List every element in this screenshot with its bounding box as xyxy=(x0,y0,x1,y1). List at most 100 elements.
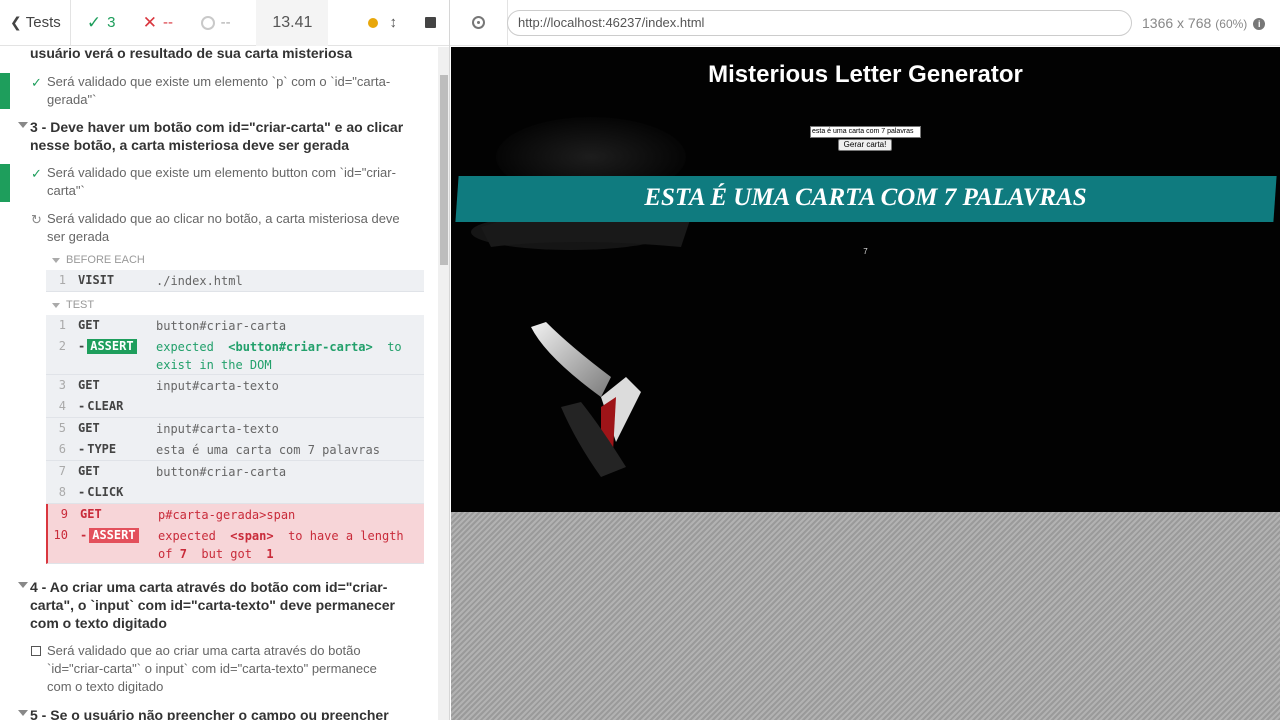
command-message: p#carta-gerada>span xyxy=(158,508,296,522)
command-message: esta é uma carta com 7 palavras xyxy=(156,443,380,457)
tests-back-button[interactable]: ❮ Tests xyxy=(0,0,70,46)
runnable-list: usuário verá o resultado de sua carta mi… xyxy=(0,47,438,720)
aut-empty-area xyxy=(451,512,1280,720)
test-item[interactable]: ✓ Será validado que existe um elemento `… xyxy=(0,73,438,109)
suite-title[interactable]: 3 - Deve haver um botão com id="criar-ca… xyxy=(18,118,418,154)
command-number: 1 xyxy=(58,273,66,287)
command-number: 1 xyxy=(58,318,66,332)
pending-count: -- xyxy=(220,14,231,31)
command-name: GET xyxy=(78,378,100,392)
command-row-assert[interactable]: 2 - ASSERT expected <button#criar-carta> … xyxy=(46,336,424,374)
suite-title-text: usuário verá o resultado de sua carta mi… xyxy=(30,47,353,61)
hook-label: TEST xyxy=(66,299,95,311)
hook-label: BEFORE EACH xyxy=(66,254,145,266)
test-item-pending[interactable]: Será validado que ao criar uma carta atr… xyxy=(0,642,438,698)
crosshair-icon xyxy=(472,16,485,29)
command-name: GET xyxy=(78,318,100,332)
command-number: 6 xyxy=(58,442,66,456)
command-row[interactable]: 8 - CLICK xyxy=(46,482,424,503)
command-group: 1 GET button#criar-carta 2 - ASSERT expec… xyxy=(46,315,424,375)
command-row[interactable]: 6 - TYPE esta é uma carta com 7 palavras xyxy=(46,439,424,460)
test-title: Será validado que existe um elemento `p`… xyxy=(47,74,391,107)
command-number: 2 xyxy=(58,339,66,353)
scrollbar-thumb[interactable] xyxy=(440,75,448,265)
command-row[interactable]: 4 - CLEAR xyxy=(46,396,424,417)
auto-scroll-arrows-icon[interactable]: ↕ xyxy=(390,14,398,31)
command-number: 4 xyxy=(58,399,66,413)
app-iframe: Misterious Letter Generator esta é uma c… xyxy=(451,47,1280,512)
chevron-left-icon: ❮ xyxy=(10,14,22,30)
selector-playground-button[interactable] xyxy=(450,0,508,46)
generated-letter: ESTA É UMA CARTA COM 7 PALAVRAS xyxy=(451,176,1280,222)
x-icon: ✕ xyxy=(142,12,157,32)
caret-down-icon xyxy=(18,122,28,128)
caret-down-icon xyxy=(18,710,28,716)
hook-test[interactable]: TEST xyxy=(52,299,94,311)
command-row[interactable]: 1 GET button#criar-carta xyxy=(46,315,424,336)
test-title: Será validado que ao criar uma carta atr… xyxy=(47,643,377,694)
app-title: Misterious Letter Generator xyxy=(708,61,1023,88)
check-icon: ✓ xyxy=(86,12,102,32)
suite-title[interactable]: 5 - Se o usuário não preencher o campo o… xyxy=(18,706,418,720)
command-number: 10 xyxy=(53,528,68,542)
running-indicator-icon xyxy=(367,17,378,28)
command-group: 3 GET input#carta-texto 4 - CLEAR xyxy=(46,375,424,418)
reporter-stats-bar: ❮ Tests ✓ 3 ✕ -- -- 13.41 ↕ xyxy=(0,0,449,46)
letter-text: ESTA É UMA CARTA COM 7 PALAVRAS xyxy=(644,184,1087,211)
background-silhouette-image xyxy=(471,117,691,477)
duration-display: 13.41 xyxy=(256,0,329,46)
test-title: Será validado que ao clicar no botão, a … xyxy=(47,211,400,244)
command-name: - ASSERT xyxy=(80,525,139,546)
command-group: 5 GET input#carta-texto 6 - TYPE esta é u… xyxy=(46,418,424,461)
info-icon: i xyxy=(1253,18,1266,31)
command-message: button#criar-carta xyxy=(156,319,287,333)
viewport-info[interactable]: 1366 x 768 (60%) i xyxy=(1142,0,1266,46)
reporter-scrollbar[interactable] xyxy=(438,47,449,720)
url-bar[interactable]: http://localhost:46237/index.html xyxy=(507,10,1132,36)
test-reporter-panel: ❮ Tests ✓ 3 ✕ -- -- 13.41 ↕ usuário verá… xyxy=(0,0,450,720)
command-message: expected <span> to have a length of 7 bu… xyxy=(158,529,404,561)
command-number: 7 xyxy=(58,464,66,478)
viewport-scale: (60%) xyxy=(1215,17,1248,31)
passed-count: 3 xyxy=(107,14,116,31)
command-name: - CLEAR xyxy=(78,399,124,413)
failed-count: -- xyxy=(162,14,173,31)
test-item[interactable]: ✓ Será validado que existe um elemento b… xyxy=(0,164,438,202)
assert-badge: ASSERT xyxy=(87,339,137,354)
test-item-running[interactable]: ↻ Será validado que ao clicar no botão, … xyxy=(0,210,438,248)
command-group: 7 GET button#criar-carta 8 - CLICK xyxy=(46,461,424,504)
passed-count-stat: ✓ 3 xyxy=(71,0,133,46)
refresh-icon: ↻ xyxy=(31,212,42,227)
command-message: input#carta-texto xyxy=(156,422,279,436)
command-row[interactable]: 7 GET button#criar-carta xyxy=(46,461,424,482)
check-icon: ✓ xyxy=(31,166,42,181)
caret-down-icon xyxy=(18,582,28,588)
suite-title-text: 3 - Deve haver um botão com id="criar-ca… xyxy=(30,119,404,153)
generate-letter-button[interactable]: Gerar carta! xyxy=(838,139,892,151)
command-name: GET xyxy=(78,421,100,435)
suite-title[interactable]: 4 - Ao criar uma carta através do botão … xyxy=(18,578,418,632)
command-row-failed[interactable]: 9 GET p#carta-gerada>span xyxy=(48,504,424,525)
stop-icon[interactable] xyxy=(425,17,437,28)
command-row[interactable]: 5 GET input#carta-texto xyxy=(46,418,424,439)
letter-text-input[interactable]: esta é uma carta com 7 palavras xyxy=(810,126,921,138)
check-icon: ✓ xyxy=(31,75,42,90)
pass-bar xyxy=(0,164,10,202)
suite-title-text: 5 - Se o usuário não preencher o campo o… xyxy=(30,707,389,720)
suite-title-text: 4 - Ao criar uma carta através do botão … xyxy=(30,579,395,631)
tests-label: Tests xyxy=(25,14,61,31)
command-row-failed-assert[interactable]: 10 - ASSERT expected <span> to have a len… xyxy=(48,525,424,563)
command-message: input#carta-texto xyxy=(156,379,279,393)
command-number: 8 xyxy=(58,485,66,499)
command-name: GET xyxy=(78,464,100,478)
pass-bar xyxy=(0,73,10,109)
pending-count-stat: -- xyxy=(191,0,257,46)
command-number: 3 xyxy=(58,378,66,392)
command-row[interactable]: 3 GET input#carta-texto xyxy=(46,375,424,396)
suite-title[interactable]: usuário verá o resultado de sua carta mi… xyxy=(18,47,418,62)
failed-count-stat: ✕ -- xyxy=(133,0,191,46)
command-row[interactable]: 1 VISIT ./index.html xyxy=(46,270,424,291)
command-name: - TYPE xyxy=(78,442,117,456)
hook-before-each[interactable]: BEFORE EACH xyxy=(52,254,145,266)
command-number: 9 xyxy=(60,507,68,521)
